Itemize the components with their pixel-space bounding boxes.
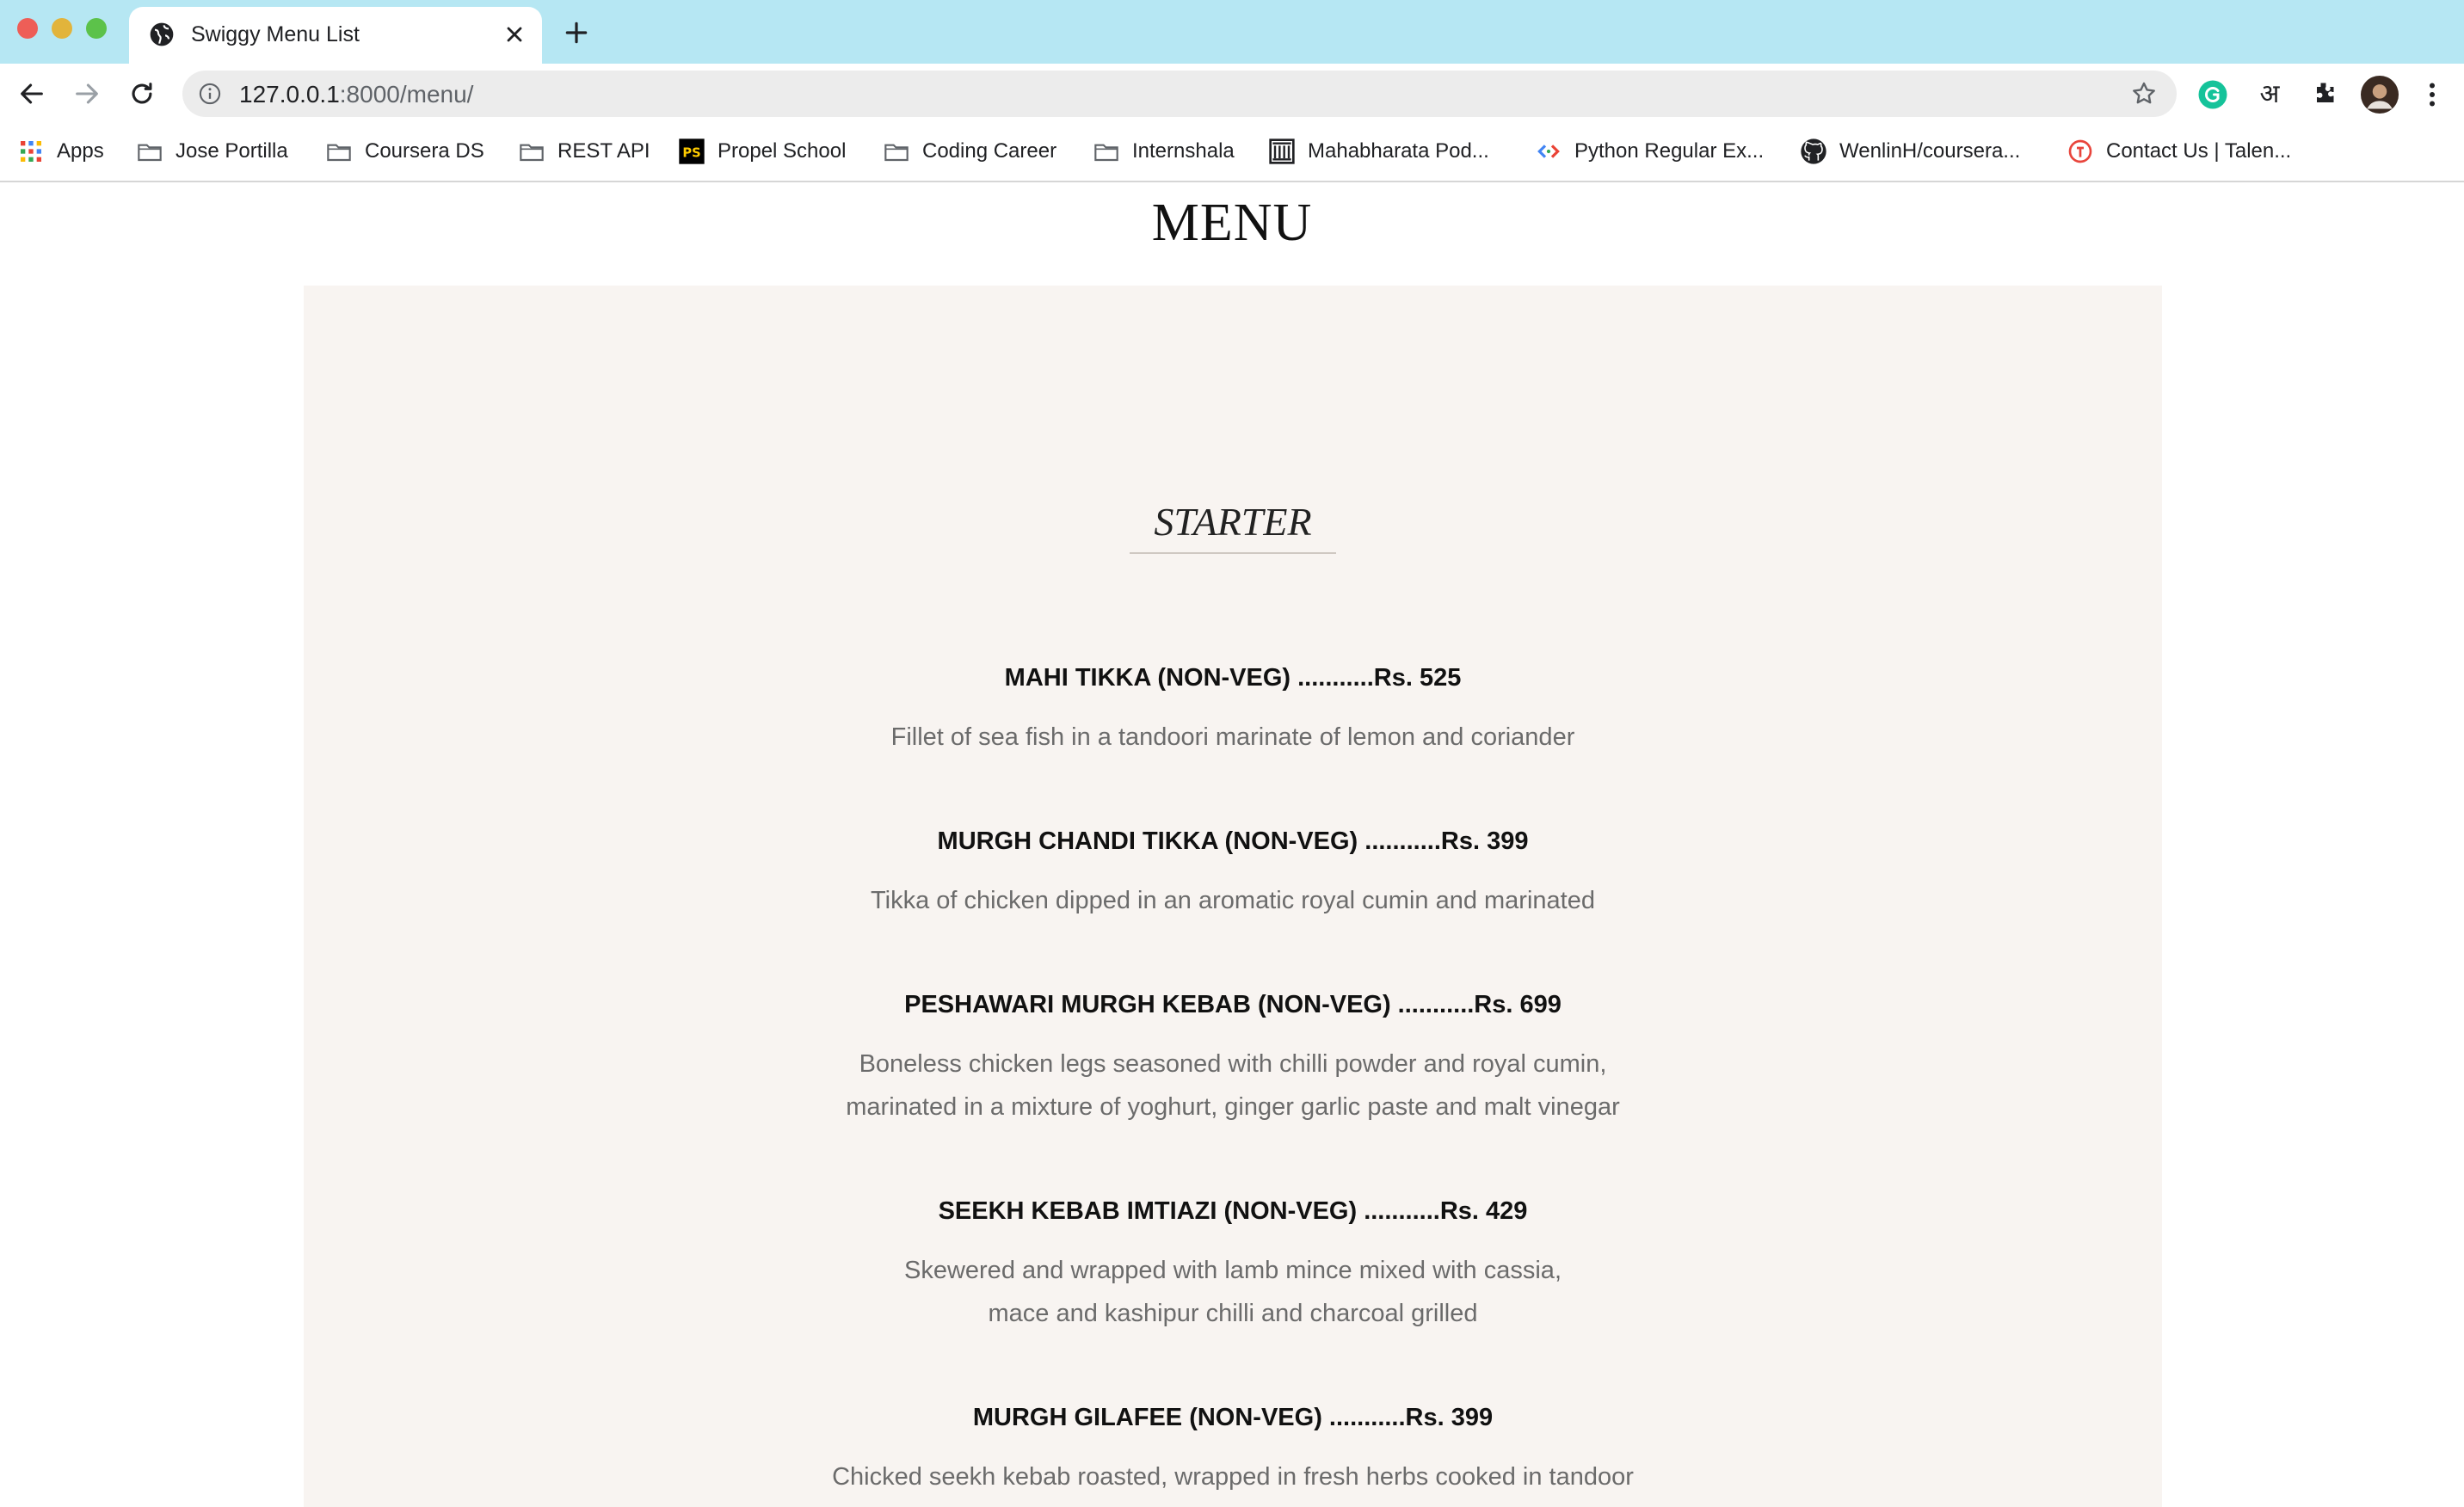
svg-text:PS: PS <box>682 146 700 161</box>
menu-item-description: Skewered and wrapped with lamb mince mix… <box>903 1257 1562 1284</box>
ps-icon: PS <box>679 138 705 164</box>
bookmark-label: WenlinH/coursera... <box>1839 139 2021 163</box>
menu-item-description: Chicked seekh kebab roasted, wrapped in … <box>832 1463 1634 1491</box>
bookmark-talent[interactable]: Contact Us | Talen... <box>2067 136 2291 167</box>
url-path: :8000/menu/ <box>339 81 474 108</box>
menu-panel: STARTER MAHI TIKKA (NON-VEG) ...........… <box>304 286 2162 1507</box>
hindi-input-icon[interactable]: अ <box>2254 79 2285 110</box>
tab-title: Swiggy Menu List <box>191 22 360 46</box>
bookmark-coursera-ds[interactable]: Coursera DS <box>325 136 484 167</box>
bookmark-propel-school[interactable]: PS Propel School <box>678 136 846 167</box>
folder-icon <box>884 144 909 162</box>
extensions-puzzle-icon[interactable] <box>2309 79 2340 110</box>
section-title: STARTER <box>1154 500 1312 544</box>
bookmark-label: Contact Us | Talen... <box>2106 139 2292 163</box>
bookmark-star-icon[interactable] <box>2130 80 2158 108</box>
building-icon <box>1269 138 1295 164</box>
menu-item-description: marinated in a mixture of yoghurt, ginge… <box>846 1093 1620 1121</box>
bookmark-rest-api[interactable]: REST API <box>518 136 650 167</box>
page-content: MENU STARTER MAHI TIKKA (NON-VEG) ......… <box>0 182 2464 1507</box>
menu-item-name: MURGH GILAFEE (NON-VEG) ...........Rs. 3… <box>972 1404 1494 1431</box>
code-icon <box>1537 145 1560 158</box>
folder-icon <box>138 144 162 162</box>
bookmark-github[interactable]: WenlinH/coursera... <box>1800 136 2020 167</box>
folder-icon <box>520 144 544 162</box>
close-window-button[interactable] <box>17 18 38 39</box>
folder-icon <box>327 144 351 162</box>
bookmarks-bar: Apps Jose Portilla Coursera DS REST API … <box>0 124 2464 182</box>
folder-icon <box>1094 144 1118 162</box>
site-info-icon[interactable] <box>198 82 222 106</box>
bookmark-label: Apps <box>57 139 104 163</box>
menu-item-description: Fillet of sea fish in a tandoori marinat… <box>890 723 1575 751</box>
forward-arrow-icon[interactable] <box>72 79 102 108</box>
menu-item-name: SEEKH KEBAB IMTIAZI (NON-VEG) ..........… <box>938 1197 1528 1225</box>
active-tab[interactable]: Swiggy Menu List <box>129 7 542 64</box>
close-tab-icon[interactable] <box>502 22 527 46</box>
back-arrow-icon[interactable] <box>17 79 46 108</box>
bookmark-label: Coursera DS <box>365 139 484 163</box>
bookmark-apps[interactable]: Apps <box>17 136 104 167</box>
bookmark-label: REST API <box>557 139 650 163</box>
url-host: 127.0.0.1 <box>239 81 340 108</box>
new-tab-icon[interactable] <box>563 19 590 46</box>
url-text: 127.0.0.1:8000/menu/ <box>239 81 473 108</box>
menu-item-name: MAHI TIKKA (NON-VEG) ...........Rs. 525 <box>1004 664 1462 692</box>
address-bar[interactable]: 127.0.0.1:8000/menu/ <box>182 71 2177 117</box>
reload-icon[interactable] <box>127 79 157 108</box>
bookmark-mahabharata[interactable]: Mahabharata Pod... <box>1268 136 1489 167</box>
bookmark-label: Mahabharata Pod... <box>1308 139 1489 163</box>
bookmark-label: Propel School <box>718 139 847 163</box>
menu-item-description: mace and kashipur chilli and charcoal gr… <box>988 1300 1478 1327</box>
bookmark-label: Jose Portilla <box>176 139 288 163</box>
grammarly-icon[interactable] <box>2197 79 2228 110</box>
menu-item-name: PESHAWARI MURGH KEBAB (NON-VEG) ........… <box>904 991 1562 1018</box>
profile-avatar-icon[interactable] <box>2361 76 2399 114</box>
tab-strip: Swiggy Menu List <box>0 0 2464 64</box>
bookmark-jose-portilla[interactable]: Jose Portilla <box>136 136 288 167</box>
maximize-window-button[interactable] <box>86 18 107 39</box>
bookmark-coding-career[interactable]: Coding Career <box>883 136 1056 167</box>
menu-item-name: MURGH CHANDI TIKKA (NON-VEG) ...........… <box>937 827 1529 855</box>
apps-grid-icon <box>21 141 41 162</box>
section-divider <box>1130 552 1336 554</box>
more-menu-icon[interactable] <box>2419 79 2445 110</box>
bookmark-internshala[interactable]: Internshala <box>1093 136 1235 167</box>
bookmark-label: Internshala <box>1132 139 1235 163</box>
page-title: MENU <box>1151 194 1313 252</box>
bookmark-python-regex[interactable]: Python Regular Ex... <box>1535 136 1764 167</box>
bookmark-label: Coding Career <box>922 139 1057 163</box>
github-icon <box>1801 138 1826 164</box>
talent-icon <box>2068 139 2092 163</box>
menu-item-description: Tikka of chicken dipped in an aromatic r… <box>871 887 1595 914</box>
bookmark-label: Python Regular Ex... <box>1574 139 1765 163</box>
browser-toolbar: 127.0.0.1:8000/menu/ अ <box>0 64 2464 124</box>
globe-icon <box>150 22 174 46</box>
menu-item-description: Boneless chicken legs seasoned with chil… <box>859 1050 1607 1078</box>
minimize-window-button[interactable] <box>52 18 72 39</box>
